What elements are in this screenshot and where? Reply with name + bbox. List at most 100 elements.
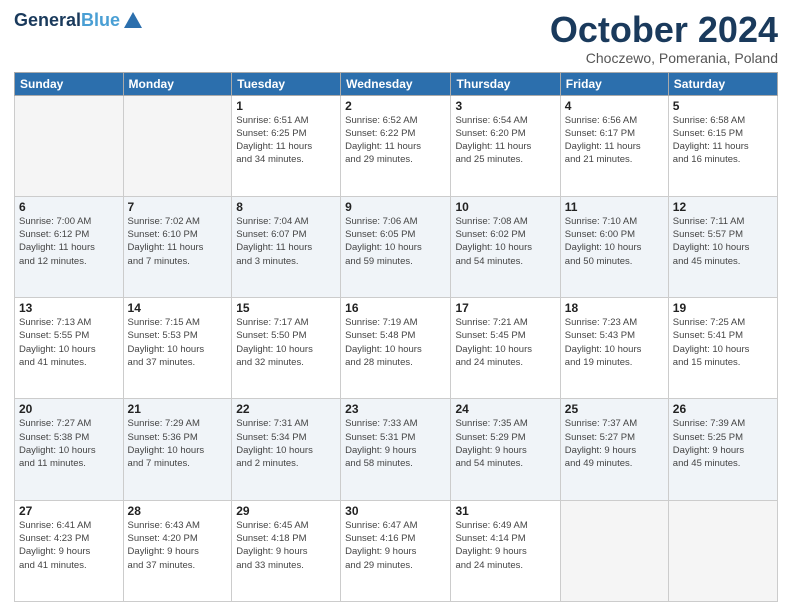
- calendar-cell: 21Sunrise: 7:29 AM Sunset: 5:36 PM Dayli…: [123, 399, 232, 500]
- day-detail: Sunrise: 6:56 AM Sunset: 6:17 PM Dayligh…: [565, 114, 664, 167]
- location: Choczewo, Pomerania, Poland: [550, 50, 778, 66]
- logo-text: General: [14, 11, 81, 31]
- day-number: 26: [673, 402, 773, 416]
- calendar-cell: 15Sunrise: 7:17 AM Sunset: 5:50 PM Dayli…: [232, 298, 341, 399]
- day-detail: Sunrise: 6:51 AM Sunset: 6:25 PM Dayligh…: [236, 114, 336, 167]
- day-number: 17: [455, 301, 555, 315]
- calendar-cell: 12Sunrise: 7:11 AM Sunset: 5:57 PM Dayli…: [668, 196, 777, 297]
- day-number: 3: [455, 99, 555, 113]
- calendar-cell: 24Sunrise: 7:35 AM Sunset: 5:29 PM Dayli…: [451, 399, 560, 500]
- day-detail: Sunrise: 7:27 AM Sunset: 5:38 PM Dayligh…: [19, 417, 119, 470]
- calendar-week-4: 20Sunrise: 7:27 AM Sunset: 5:38 PM Dayli…: [15, 399, 778, 500]
- day-detail: Sunrise: 7:33 AM Sunset: 5:31 PM Dayligh…: [345, 417, 446, 470]
- calendar-week-2: 6Sunrise: 7:00 AM Sunset: 6:12 PM Daylig…: [15, 196, 778, 297]
- day-detail: Sunrise: 7:23 AM Sunset: 5:43 PM Dayligh…: [565, 316, 664, 369]
- day-number: 30: [345, 504, 446, 518]
- calendar-cell: 9Sunrise: 7:06 AM Sunset: 6:05 PM Daylig…: [341, 196, 451, 297]
- day-number: 5: [673, 99, 773, 113]
- calendar: Sunday Monday Tuesday Wednesday Thursday…: [14, 72, 778, 602]
- header: General Blue October 2024 Choczewo, Pome…: [14, 10, 778, 66]
- day-detail: Sunrise: 6:45 AM Sunset: 4:18 PM Dayligh…: [236, 519, 336, 572]
- day-number: 25: [565, 402, 664, 416]
- calendar-cell: 3Sunrise: 6:54 AM Sunset: 6:20 PM Daylig…: [451, 95, 560, 196]
- logo-blue: Blue: [81, 11, 120, 31]
- day-detail: Sunrise: 6:54 AM Sunset: 6:20 PM Dayligh…: [455, 114, 555, 167]
- day-detail: Sunrise: 7:37 AM Sunset: 5:27 PM Dayligh…: [565, 417, 664, 470]
- day-detail: Sunrise: 7:06 AM Sunset: 6:05 PM Dayligh…: [345, 215, 446, 268]
- day-detail: Sunrise: 6:43 AM Sunset: 4:20 PM Dayligh…: [128, 519, 228, 572]
- calendar-week-1: 1Sunrise: 6:51 AM Sunset: 6:25 PM Daylig…: [15, 95, 778, 196]
- day-number: 4: [565, 99, 664, 113]
- day-number: 15: [236, 301, 336, 315]
- calendar-cell: 11Sunrise: 7:10 AM Sunset: 6:00 PM Dayli…: [560, 196, 668, 297]
- calendar-cell: 2Sunrise: 6:52 AM Sunset: 6:22 PM Daylig…: [341, 95, 451, 196]
- day-detail: Sunrise: 7:29 AM Sunset: 5:36 PM Dayligh…: [128, 417, 228, 470]
- calendar-cell: 23Sunrise: 7:33 AM Sunset: 5:31 PM Dayli…: [341, 399, 451, 500]
- calendar-cell: 13Sunrise: 7:13 AM Sunset: 5:55 PM Dayli…: [15, 298, 124, 399]
- day-number: 11: [565, 200, 664, 214]
- calendar-cell: 14Sunrise: 7:15 AM Sunset: 5:53 PM Dayli…: [123, 298, 232, 399]
- day-detail: Sunrise: 7:19 AM Sunset: 5:48 PM Dayligh…: [345, 316, 446, 369]
- day-detail: Sunrise: 7:08 AM Sunset: 6:02 PM Dayligh…: [455, 215, 555, 268]
- day-number: 12: [673, 200, 773, 214]
- calendar-cell: 26Sunrise: 7:39 AM Sunset: 5:25 PM Dayli…: [668, 399, 777, 500]
- day-number: 10: [455, 200, 555, 214]
- day-number: 6: [19, 200, 119, 214]
- day-number: 13: [19, 301, 119, 315]
- calendar-cell: 17Sunrise: 7:21 AM Sunset: 5:45 PM Dayli…: [451, 298, 560, 399]
- day-detail: Sunrise: 6:52 AM Sunset: 6:22 PM Dayligh…: [345, 114, 446, 167]
- day-number: 29: [236, 504, 336, 518]
- day-detail: Sunrise: 7:10 AM Sunset: 6:00 PM Dayligh…: [565, 215, 664, 268]
- calendar-cell: 31Sunrise: 6:49 AM Sunset: 4:14 PM Dayli…: [451, 500, 560, 601]
- month-title: October 2024: [550, 10, 778, 50]
- day-detail: Sunrise: 6:58 AM Sunset: 6:15 PM Dayligh…: [673, 114, 773, 167]
- calendar-cell: [123, 95, 232, 196]
- col-monday: Monday: [123, 72, 232, 95]
- col-saturday: Saturday: [668, 72, 777, 95]
- calendar-cell: 1Sunrise: 6:51 AM Sunset: 6:25 PM Daylig…: [232, 95, 341, 196]
- day-number: 14: [128, 301, 228, 315]
- day-detail: Sunrise: 7:15 AM Sunset: 5:53 PM Dayligh…: [128, 316, 228, 369]
- day-number: 9: [345, 200, 446, 214]
- calendar-cell: 10Sunrise: 7:08 AM Sunset: 6:02 PM Dayli…: [451, 196, 560, 297]
- calendar-cell: 4Sunrise: 6:56 AM Sunset: 6:17 PM Daylig…: [560, 95, 668, 196]
- calendar-week-5: 27Sunrise: 6:41 AM Sunset: 4:23 PM Dayli…: [15, 500, 778, 601]
- day-number: 22: [236, 402, 336, 416]
- col-tuesday: Tuesday: [232, 72, 341, 95]
- col-sunday: Sunday: [15, 72, 124, 95]
- day-detail: Sunrise: 7:02 AM Sunset: 6:10 PM Dayligh…: [128, 215, 228, 268]
- day-detail: Sunrise: 6:49 AM Sunset: 4:14 PM Dayligh…: [455, 519, 555, 572]
- calendar-week-3: 13Sunrise: 7:13 AM Sunset: 5:55 PM Dayli…: [15, 298, 778, 399]
- day-detail: Sunrise: 7:04 AM Sunset: 6:07 PM Dayligh…: [236, 215, 336, 268]
- calendar-cell: 22Sunrise: 7:31 AM Sunset: 5:34 PM Dayli…: [232, 399, 341, 500]
- day-number: 7: [128, 200, 228, 214]
- day-number: 16: [345, 301, 446, 315]
- logo-icon: [122, 10, 144, 32]
- day-number: 20: [19, 402, 119, 416]
- day-number: 21: [128, 402, 228, 416]
- day-detail: Sunrise: 6:41 AM Sunset: 4:23 PM Dayligh…: [19, 519, 119, 572]
- day-number: 18: [565, 301, 664, 315]
- calendar-cell: 28Sunrise: 6:43 AM Sunset: 4:20 PM Dayli…: [123, 500, 232, 601]
- day-detail: Sunrise: 7:25 AM Sunset: 5:41 PM Dayligh…: [673, 316, 773, 369]
- day-number: 8: [236, 200, 336, 214]
- day-number: 1: [236, 99, 336, 113]
- day-detail: Sunrise: 7:35 AM Sunset: 5:29 PM Dayligh…: [455, 417, 555, 470]
- day-detail: Sunrise: 7:11 AM Sunset: 5:57 PM Dayligh…: [673, 215, 773, 268]
- day-detail: Sunrise: 7:00 AM Sunset: 6:12 PM Dayligh…: [19, 215, 119, 268]
- day-number: 31: [455, 504, 555, 518]
- calendar-cell: 18Sunrise: 7:23 AM Sunset: 5:43 PM Dayli…: [560, 298, 668, 399]
- day-number: 23: [345, 402, 446, 416]
- calendar-cell: [668, 500, 777, 601]
- day-number: 27: [19, 504, 119, 518]
- day-number: 19: [673, 301, 773, 315]
- calendar-cell: 29Sunrise: 6:45 AM Sunset: 4:18 PM Dayli…: [232, 500, 341, 601]
- col-friday: Friday: [560, 72, 668, 95]
- calendar-cell: 6Sunrise: 7:00 AM Sunset: 6:12 PM Daylig…: [15, 196, 124, 297]
- day-number: 24: [455, 402, 555, 416]
- day-number: 28: [128, 504, 228, 518]
- day-detail: Sunrise: 7:17 AM Sunset: 5:50 PM Dayligh…: [236, 316, 336, 369]
- calendar-cell: 30Sunrise: 6:47 AM Sunset: 4:16 PM Dayli…: [341, 500, 451, 601]
- day-detail: Sunrise: 7:31 AM Sunset: 5:34 PM Dayligh…: [236, 417, 336, 470]
- calendar-cell: [560, 500, 668, 601]
